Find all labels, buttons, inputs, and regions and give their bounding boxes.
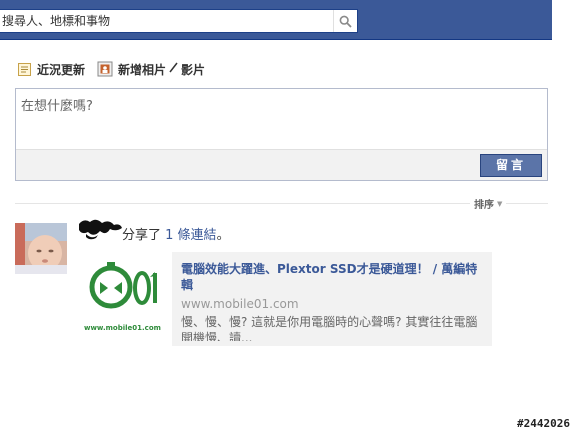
post-button[interactable]: 留言: [480, 154, 542, 177]
story-headline: 分享了 1 條連結。: [122, 224, 230, 243]
link-details: 電腦效能大躍進、Plextor SSD才是硬道理！ / 萬編特輯 www.mob…: [172, 252, 492, 346]
search-box[interactable]: [0, 9, 358, 33]
composer-tabs: 近況更新 新增相片 影片: [16, 58, 217, 80]
pen-icon: [169, 62, 178, 76]
search-input[interactable]: [0, 10, 330, 32]
tab-video-label: 影片: [181, 62, 206, 77]
tab-add-photo-video[interactable]: 新增相片 影片: [97, 61, 205, 78]
story-action-suffix: 。: [216, 228, 230, 243]
image-watermark: #2442026: [517, 417, 570, 430]
status-composer[interactable]: 在想什麼嗎? 留言: [15, 88, 548, 181]
top-navigation-bar: [0, 0, 552, 40]
photo-icon: [97, 61, 113, 77]
search-icon: [339, 15, 352, 28]
link-domain: www.mobile01.com: [181, 297, 299, 311]
sort-label: 排序: [474, 200, 494, 211]
tab-add-photo-label: 新增相片: [118, 62, 167, 77]
link-description: 慢、慢、慢? 這就是你用電腦時的心聲嗎? 其實往往電腦開機慢、讀...: [181, 315, 478, 341]
tab-status-update[interactable]: 近況更新: [16, 61, 85, 78]
actor-name-redacted[interactable]: [76, 216, 124, 242]
tab-status-update-label: 近況更新: [37, 62, 86, 77]
shared-link-count[interactable]: 1 條連結: [165, 228, 216, 243]
link-attachment[interactable]: www.mobile01.com 電腦效能大躍進、Plextor SSD才是硬道…: [80, 252, 492, 346]
story-action: 分享了: [122, 228, 162, 243]
caret-down-icon: ▼: [497, 199, 503, 208]
feed-divider: [15, 203, 548, 204]
sort-dropdown[interactable]: 排序 ▼: [470, 196, 507, 211]
composer-footer: 留言: [16, 149, 547, 180]
facebook-page: 近況更新 新增相片 影片 在想什麼嗎? 留言 排序: [0, 0, 576, 432]
link-thumbnail[interactable]: www.mobile01.com: [80, 252, 172, 346]
thumbnail-caption: www.mobile01.com: [84, 324, 161, 332]
status-note-icon: [16, 61, 32, 77]
avatar[interactable]: [15, 223, 67, 274]
search-button[interactable]: [333, 10, 357, 32]
link-title[interactable]: 電腦效能大躍進、Plextor SSD才是硬道理！ / 萬編特輯: [181, 261, 482, 293]
composer-prompt[interactable]: 在想什麼嗎?: [21, 95, 93, 114]
